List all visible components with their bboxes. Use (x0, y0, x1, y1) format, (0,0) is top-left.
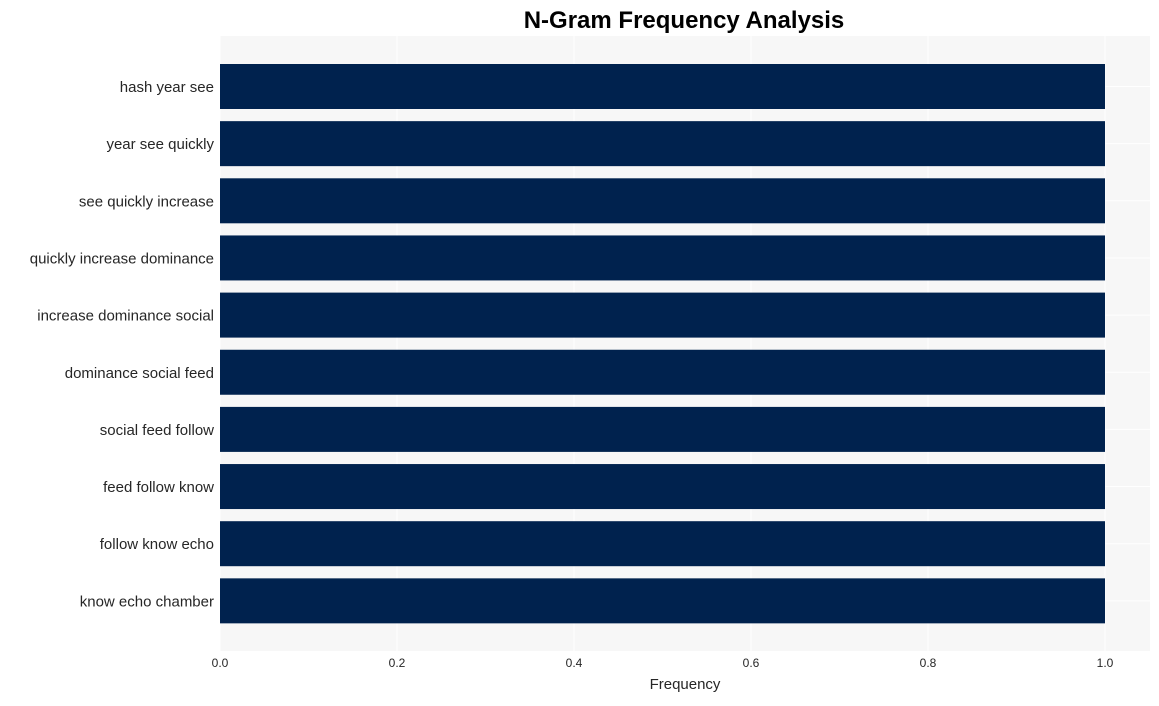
y-tick-label-7: feed follow know (103, 479, 214, 496)
bar-8 (220, 521, 1105, 567)
y-tick-label-4: increase dominance social (37, 308, 214, 325)
chart-title: N-Gram Frequency Analysis (524, 7, 845, 34)
y-tick-label-3: quickly increase dominance (30, 250, 214, 267)
bar-5 (220, 349, 1105, 395)
chart: N-Gram Frequency Analysis hash year see y… (30, 7, 1150, 693)
y-tick-label-1: year see quickly (106, 136, 214, 153)
x-tick-label-3: 0.6 (743, 656, 760, 670)
x-tick-label-0: 0.0 (212, 656, 229, 670)
bar-4 (220, 292, 1105, 338)
y-tick-label-5: dominance social feed (65, 365, 214, 382)
bar-7 (220, 464, 1105, 510)
bar-6 (220, 406, 1105, 452)
y-tick-label-8: follow know echo (100, 536, 214, 553)
bar-2 (220, 178, 1105, 224)
x-tick-label-2: 0.4 (566, 656, 583, 670)
y-tick-label-2: see quickly increase (79, 193, 214, 210)
x-tick-label-4: 0.8 (920, 656, 937, 670)
bar-0 (220, 64, 1105, 109)
bar-9 (220, 578, 1105, 624)
y-tick-label-0: hash year see (120, 79, 214, 96)
x-axis-ticks: 0.0 0.2 0.4 0.6 0.8 1.0 (212, 656, 1114, 670)
bar-1 (220, 121, 1105, 167)
y-axis-labels: hash year see year see quickly see quickly… (30, 79, 215, 610)
x-tick-label-5: 1.0 (1097, 656, 1114, 670)
x-tick-label-1: 0.2 (389, 656, 406, 670)
y-tick-label-6: social feed follow (100, 422, 214, 439)
bar-3 (220, 235, 1105, 281)
y-tick-label-9: know echo chamber (80, 593, 214, 610)
x-axis-label: Frequency (650, 676, 721, 693)
